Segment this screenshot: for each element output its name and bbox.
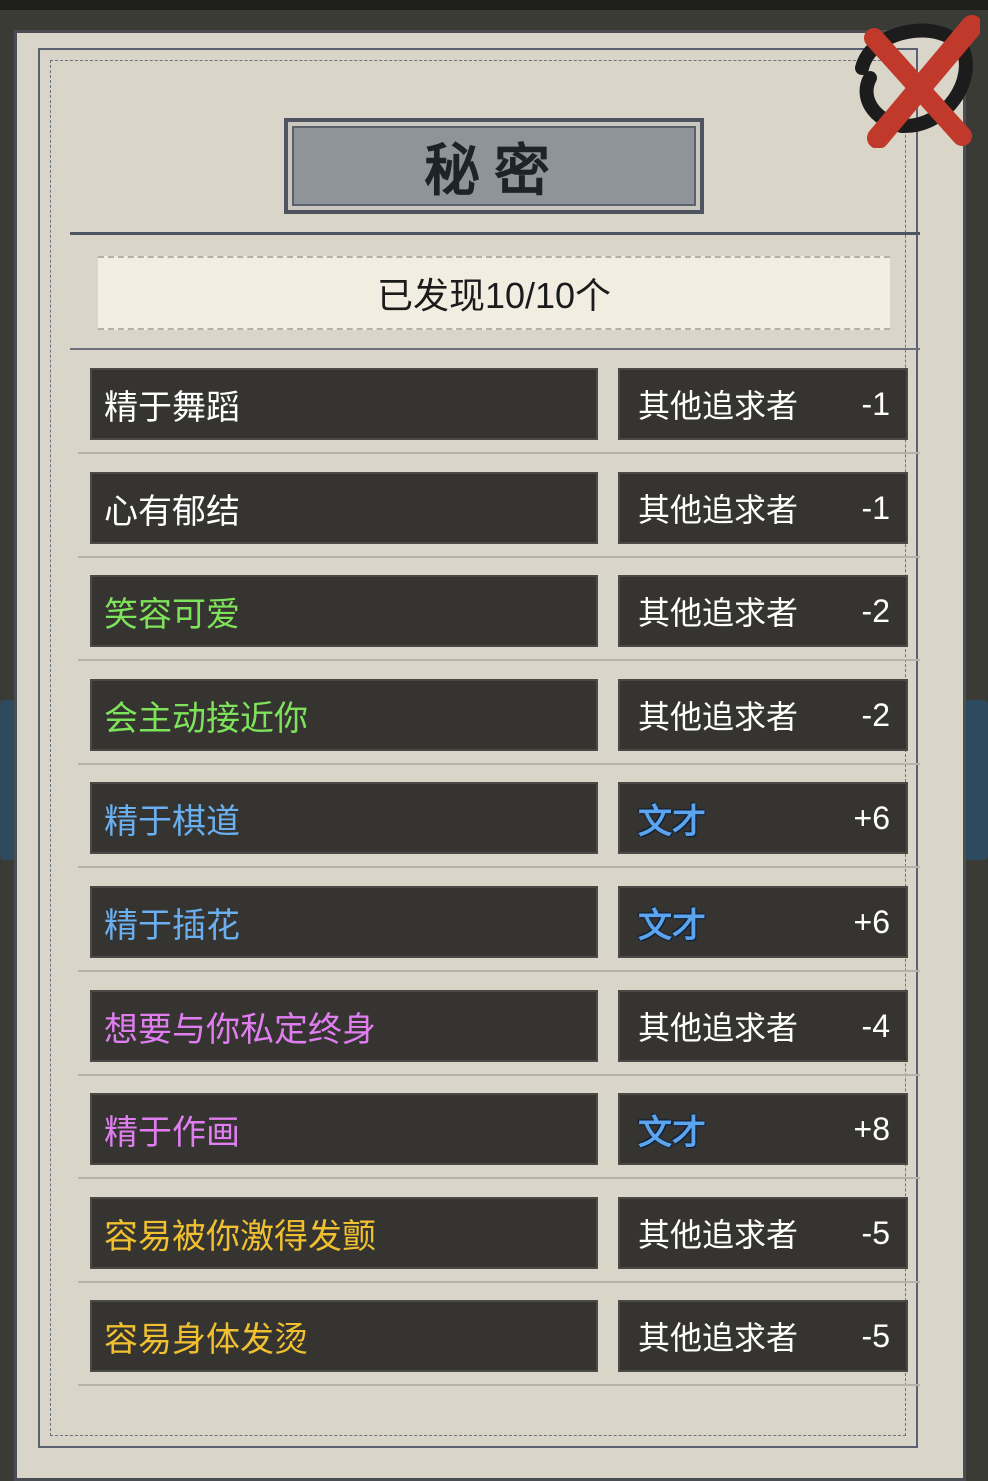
secret-effect-box: 其他追求者 -1	[618, 472, 908, 544]
secret-row[interactable]: 精于棋道 文才 +6	[78, 782, 920, 868]
secret-effect-box: 文才 +6	[618, 886, 908, 958]
secret-row[interactable]: 容易被你激得发颤 其他追求者 -5	[78, 1197, 920, 1283]
row-divider	[78, 1074, 920, 1076]
row-divider	[78, 1384, 920, 1386]
secret-name-box: 会主动接近你	[90, 679, 598, 751]
secret-name: 心有郁结	[104, 492, 240, 531]
secret-name-box: 笑容可爱	[90, 575, 598, 647]
secret-effect-box: 其他追求者 -4	[618, 990, 908, 1062]
secret-row[interactable]: 会主动接近你 其他追求者 -2	[78, 679, 920, 765]
secret-effect-box: 其他追求者 -2	[618, 679, 908, 751]
wencai-stat-icon: 文才	[638, 1112, 706, 1153]
right-side-tab	[964, 700, 988, 860]
effect-target: 其他追求者	[638, 388, 799, 424]
page-title: 秘密	[424, 137, 564, 204]
effect-value: -2	[861, 696, 890, 733]
secret-name: 精于棋道	[104, 802, 240, 841]
effect-value: -1	[861, 489, 890, 526]
secret-name-box: 精于棋道	[90, 782, 598, 854]
secret-name: 精于插花	[104, 906, 240, 945]
secret-row[interactable]: 容易身体发烫 其他追求者 -5	[78, 1300, 920, 1386]
secret-row[interactable]: 心有郁结 其他追求者 -1	[78, 472, 920, 558]
effect-value: +6	[853, 799, 890, 836]
secret-name-box: 精于舞蹈	[90, 368, 598, 440]
secret-row[interactable]: 精于舞蹈 其他追求者 -1	[78, 368, 920, 454]
secret-name-box: 想要与你私定终身	[90, 990, 598, 1062]
effect-value: -4	[861, 1007, 890, 1044]
effect-value: -2	[861, 592, 890, 629]
effect-value: -1	[861, 385, 890, 422]
effect-target: 其他追求者	[638, 492, 799, 528]
secret-name-box: 容易身体发烫	[90, 1300, 598, 1372]
effect-value: +6	[853, 903, 890, 940]
discovered-count: 已发现10/10个	[376, 275, 612, 316]
secret-row[interactable]: 精于插花 文才 +6	[78, 886, 920, 972]
effect-value: -5	[861, 1214, 890, 1251]
secret-name-box: 精于作画	[90, 1093, 598, 1165]
secret-effect-box: 其他追求者 -1	[618, 368, 908, 440]
secret-name-box: 精于插花	[90, 886, 598, 958]
list-divider	[70, 348, 920, 350]
secret-row[interactable]: 精于作画 文才 +8	[78, 1093, 920, 1179]
secret-name: 精于舞蹈	[104, 388, 240, 427]
effect-target: 其他追求者	[638, 595, 799, 631]
effect-target: 其他追求者	[638, 1217, 799, 1253]
row-divider	[78, 659, 920, 661]
row-divider	[78, 1281, 920, 1283]
row-divider	[78, 763, 920, 765]
discovered-banner: 已发现10/10个	[98, 256, 890, 330]
secret-name-box: 容易被你激得发颤	[90, 1197, 598, 1269]
row-divider	[78, 970, 920, 972]
row-divider	[78, 556, 920, 558]
secret-effect-box: 其他追求者 -2	[618, 575, 908, 647]
secret-name-box: 心有郁结	[90, 472, 598, 544]
row-divider	[78, 1177, 920, 1179]
secret-effect-box: 文才 +6	[618, 782, 908, 854]
secret-effect-box: 文才 +8	[618, 1093, 908, 1165]
effect-target: 其他追求者	[638, 1010, 799, 1046]
close-brush-x-icon[interactable]	[852, 8, 980, 148]
secret-effect-box: 其他追求者 -5	[618, 1300, 908, 1372]
title-plate: 秘密	[284, 118, 704, 214]
secret-row[interactable]: 想要与你私定终身 其他追求者 -4	[78, 990, 920, 1076]
top-strip	[0, 0, 988, 10]
secret-name: 精于作画	[104, 1113, 240, 1152]
wencai-stat-icon: 文才	[638, 905, 706, 946]
row-divider	[78, 866, 920, 868]
effect-value: -5	[861, 1317, 890, 1354]
wencai-stat-icon: 文才	[638, 801, 706, 842]
secret-name: 想要与你私定终身	[104, 1010, 376, 1049]
title-divider	[70, 232, 920, 235]
effect-target: 其他追求者	[638, 699, 799, 735]
secret-name: 会主动接近你	[104, 699, 308, 738]
secret-effect-box: 其他追求者 -5	[618, 1197, 908, 1269]
effect-value: +8	[853, 1110, 890, 1147]
secret-name: 容易被你激得发颤	[104, 1217, 376, 1256]
secret-name: 笑容可爱	[104, 595, 240, 634]
secret-row[interactable]: 笑容可爱 其他追求者 -2	[78, 575, 920, 661]
row-divider	[78, 452, 920, 454]
effect-target: 其他追求者	[638, 1320, 799, 1356]
secret-name: 容易身体发烫	[104, 1320, 308, 1359]
